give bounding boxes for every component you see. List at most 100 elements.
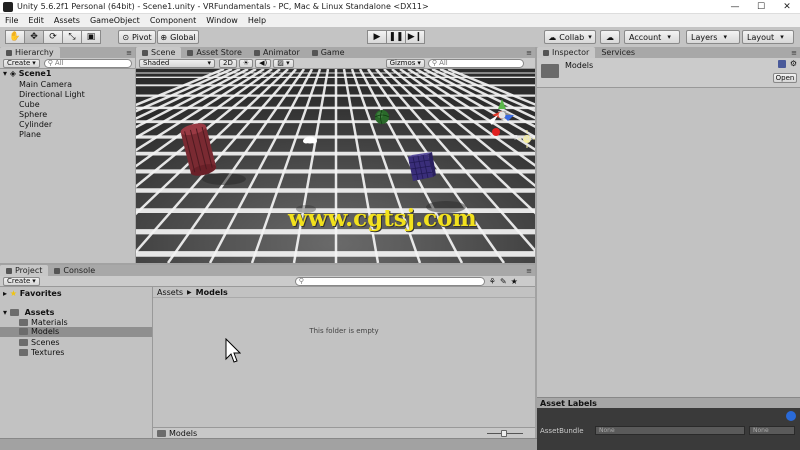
footer-path: Models <box>169 428 198 438</box>
sphere-object[interactable] <box>374 109 390 125</box>
audio-toggle-icon[interactable]: ◀) <box>255 58 272 68</box>
step-icon[interactable]: ▶❙ <box>405 30 425 44</box>
scale-tool-icon[interactable]: ⤡ <box>62 30 82 44</box>
menu-help[interactable]: Help <box>243 16 271 25</box>
inspector-header: Models ⚙ Open <box>537 58 800 88</box>
hierarchy-item-cylinder[interactable]: Cylinder <box>19 120 52 129</box>
slider-thumb[interactable] <box>501 430 507 437</box>
close-button[interactable]: ✕ <box>774 0 800 14</box>
scene-search-input[interactable]: ⚲ All <box>427 58 524 68</box>
folder-item-models[interactable]: Models <box>0 327 152 337</box>
assets-root-item[interactable]: ▾ Assets <box>3 308 54 317</box>
filter-by-label-icon[interactable]: ✎ <box>500 277 507 286</box>
account-dropdown[interactable]: Account <box>624 30 680 44</box>
collab-dropdown[interactable]: ☁ Collab ▾ <box>544 30 596 44</box>
hierarchy-item-sphere[interactable]: Sphere <box>19 110 47 119</box>
favorite-star-icon[interactable]: ★ <box>511 277 518 286</box>
mouse-cursor-icon <box>225 338 241 363</box>
label-tag-icon[interactable] <box>786 411 796 421</box>
asset-variant-dropdown[interactable]: None <box>749 426 795 435</box>
scene-viewport[interactable]: Persp www.cgtsj.com <box>136 69 535 263</box>
2d-toggle[interactable]: 2D <box>219 58 237 68</box>
icon-size-slider[interactable] <box>487 430 523 437</box>
search-icon: ⚲ <box>431 59 438 67</box>
inspector-panel: Inspector Services ≡ Models ⚙ Open <box>537 47 800 397</box>
tab-project[interactable]: Project <box>0 265 49 276</box>
expand-arrow-icon: ▾ <box>3 308 8 317</box>
effects-dropdown-icon[interactable]: ▨ ▾ <box>273 58 294 68</box>
tab-services[interactable]: Services <box>595 47 641 58</box>
asset-bundle-dropdown[interactable]: None <box>595 426 745 435</box>
tab-scene[interactable]: Scene <box>136 47 182 58</box>
folder-large-icon <box>541 64 559 78</box>
folder-item-textures[interactable]: Textures <box>19 348 64 357</box>
tab-animator[interactable]: Animator <box>248 47 306 58</box>
hierarchy-item-main-camera[interactable]: Main Camera <box>19 80 72 89</box>
menu-file[interactable]: File <box>0 16 23 25</box>
tab-hierarchy[interactable]: Hierarchy <box>0 47 60 58</box>
gizmos-dropdown[interactable]: Gizmos ▾ <box>385 58 425 68</box>
menu-window[interactable]: Window <box>201 16 243 25</box>
lighting-toggle-icon[interactable]: ☀ <box>238 58 254 68</box>
play-icon[interactable]: ▶ <box>367 30 387 44</box>
project-create-dropdown[interactable]: Create ▾ <box>3 276 40 286</box>
scene-root[interactable]: ▾ ◈ Scene1 <box>3 69 51 78</box>
maximize-button[interactable]: ☐ <box>748 0 774 14</box>
folder-item-scenes[interactable]: Scenes <box>19 338 60 347</box>
cylinder-object[interactable] <box>180 121 218 178</box>
project-search-input[interactable]: ⚲ <box>294 276 485 286</box>
watermark-text: www.cgtsj.com <box>288 205 477 232</box>
tab-console[interactable]: Console <box>48 265 101 276</box>
rect-tool-icon[interactable]: ▣ <box>81 30 101 44</box>
rotate-tool-icon[interactable]: ⟳ <box>43 30 63 44</box>
hierarchy-search-input[interactable]: ⚲ All <box>43 58 132 68</box>
menu-edit[interactable]: Edit <box>23 16 49 25</box>
hierarchy-item-plane[interactable]: Plane <box>19 130 41 139</box>
layout-dropdown[interactable]: Layout <box>742 30 794 44</box>
asset-browser[interactable]: Assets ▶ Models This folder is empty <box>152 287 535 427</box>
shading-mode-dropdown[interactable]: Shaded ▾ <box>139 58 215 68</box>
tab-inspector[interactable]: Inspector <box>537 47 596 58</box>
breadcrumb-models[interactable]: Models <box>196 288 228 297</box>
hierarchy-item-directional-light[interactable]: Directional Light <box>19 90 85 99</box>
menu-assets[interactable]: Assets <box>49 16 85 25</box>
pivot-toggle[interactable]: ⊙ Pivot <box>118 30 156 44</box>
game-icon <box>311 49 318 56</box>
layers-dropdown[interactable]: Layers <box>686 30 740 44</box>
camera-gizmo-icon[interactable] <box>303 136 317 144</box>
asset-labels-header: Asset Labels <box>537 397 800 408</box>
panel-menu-icon[interactable]: ≡ <box>526 267 532 275</box>
cylinder-shadow <box>202 173 246 185</box>
info-icon <box>543 49 549 56</box>
favorites-item[interactable]: ▸ ★ Favorites <box>3 289 62 298</box>
help-icon[interactable] <box>778 60 786 68</box>
main-toolbar: ✋ ✥ ⟳ ⤡ ▣ ⊙ Pivot ⊕ Global ▶ ❚❚ ▶❙ ☁ Col… <box>0 27 800 47</box>
menu-bar: File Edit Assets GameObject Component Wi… <box>0 14 800 27</box>
panel-menu-icon[interactable]: ≡ <box>791 49 797 57</box>
global-toggle[interactable]: ⊕ Global <box>157 30 199 44</box>
menu-component[interactable]: Component <box>145 16 201 25</box>
panel-menu-icon[interactable]: ≡ <box>126 49 132 57</box>
breadcrumb-assets[interactable]: Assets <box>157 288 183 297</box>
filter-by-type-icon[interactable]: ⚘ <box>489 277 496 286</box>
tab-asset-store[interactable]: Asset Store <box>181 47 248 58</box>
scene-orientation-gizmo[interactable] <box>488 99 514 125</box>
light-handle-icon[interactable] <box>492 128 500 136</box>
project-panel: Project Console ≡ Create ▾ ⚲ ⚘ ✎ ★ ▸ ★ Fa… <box>0 265 535 438</box>
cloud-services-button[interactable]: ☁ <box>600 30 620 44</box>
hierarchy-item-cube[interactable]: Cube <box>19 100 40 109</box>
minimize-button[interactable]: — <box>722 0 748 14</box>
open-button[interactable]: Open <box>773 73 797 83</box>
folder-item-materials[interactable]: Materials <box>19 318 68 327</box>
hierarchy-create-dropdown[interactable]: Create ▾ <box>3 58 40 68</box>
cube-object[interactable] <box>408 152 436 181</box>
panel-menu-icon[interactable]: ≡ <box>526 49 532 57</box>
hand-tool-icon[interactable]: ✋ <box>5 30 25 44</box>
move-tool-icon[interactable]: ✥ <box>24 30 44 44</box>
settings-gear-icon[interactable]: ⚙ <box>790 59 797 68</box>
menu-gameobject[interactable]: GameObject <box>85 16 145 25</box>
pause-icon[interactable]: ❚❚ <box>386 30 406 44</box>
empty-folder-message: This folder is empty <box>309 327 379 335</box>
star-icon: ★ <box>9 289 17 298</box>
tab-game[interactable]: Game <box>306 47 351 58</box>
